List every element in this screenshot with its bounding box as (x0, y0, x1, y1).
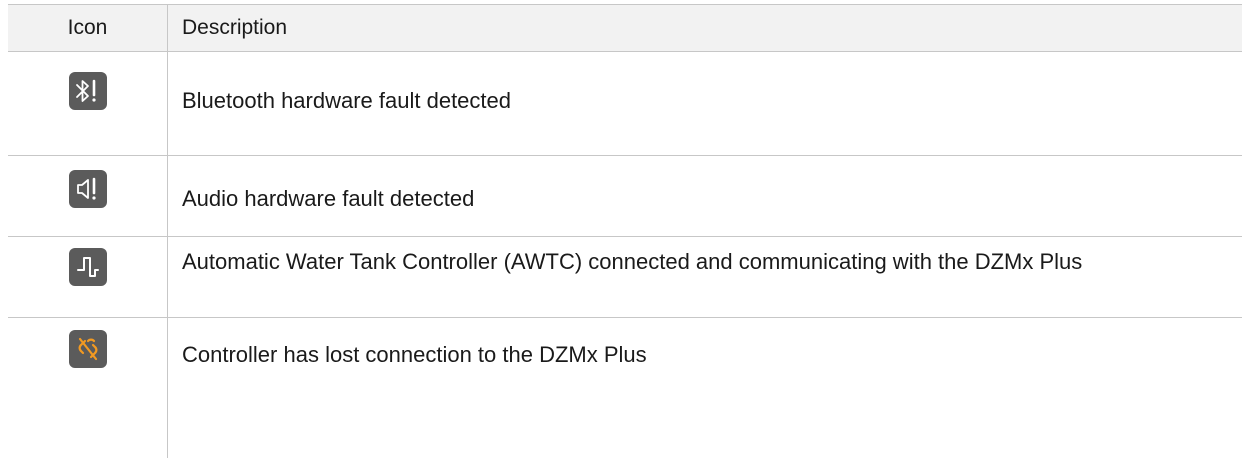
icon-cell (8, 237, 168, 317)
table-row: Controller has lost connection to the DZ… (8, 318, 1242, 458)
bluetooth-fault-icon (68, 72, 107, 110)
table-row: Bluetooth hardware fault detected (8, 52, 1242, 156)
awtc-signal-icon (68, 248, 107, 286)
table-row: Automatic Water Tank Controller (AWTC) c… (8, 237, 1242, 318)
icon-cell (8, 318, 168, 458)
icon-description-table: Icon Description Bluetooth hardware faul… (8, 4, 1242, 458)
row-description: Controller has lost connection to the DZ… (182, 342, 647, 367)
audio-fault-icon (68, 170, 107, 208)
icon-cell (8, 156, 168, 236)
icon-cell (8, 52, 168, 155)
row-description: Audio hardware fault detected (182, 186, 475, 211)
header-icon: Icon (8, 5, 168, 51)
row-description: Automatic Water Tank Controller (AWTC) c… (182, 249, 1083, 274)
header-description: Description (182, 16, 288, 39)
connection-lost-icon (68, 330, 107, 368)
row-description: Bluetooth hardware fault detected (182, 88, 512, 113)
table-row: Audio hardware fault detected (8, 156, 1242, 237)
table-header-row: Icon Description (8, 4, 1242, 52)
